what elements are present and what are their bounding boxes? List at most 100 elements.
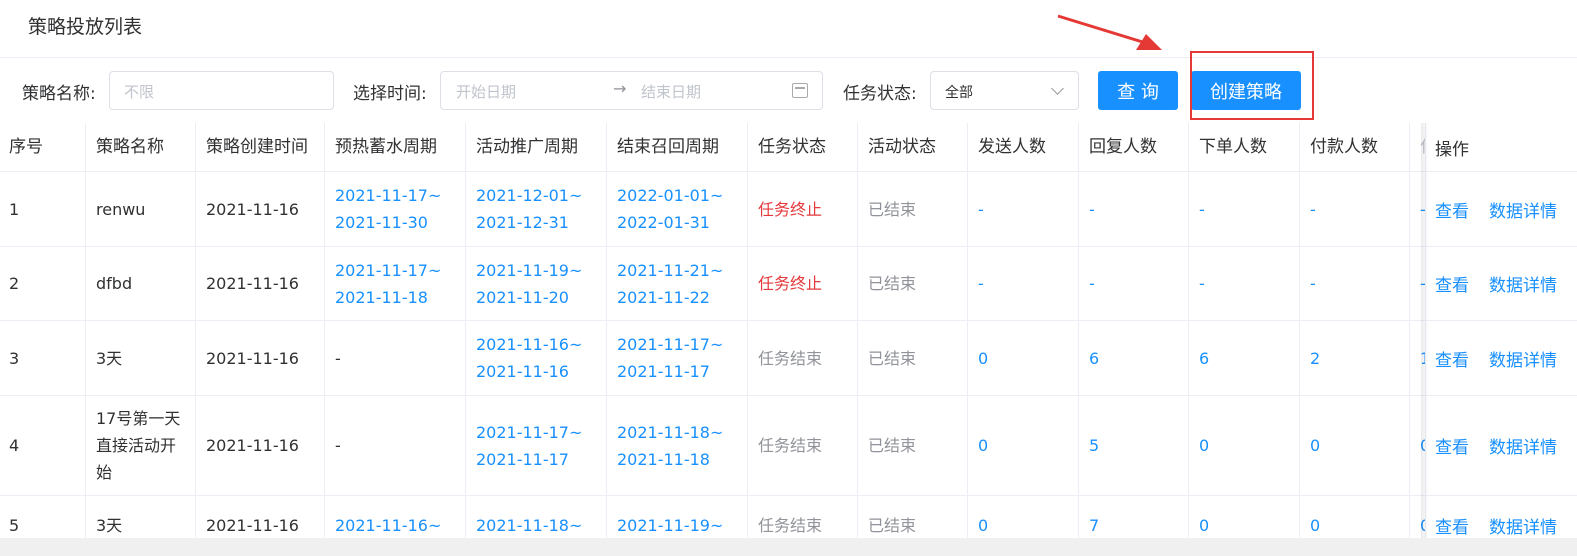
table-header: 序号 策略名称 策略创建时间 预热蓄水周期 活动推广周期 结束召回周期 任务状态 活动状态 发送… — [0, 123, 1577, 172]
promotion-period: 2021-11-16~ 2021-11-16 — [466, 321, 607, 395]
date-line: 2021-11-21~ — [617, 260, 724, 280]
chevron-down-icon — [1051, 82, 1064, 95]
column-header: 任务状态 — [748, 123, 858, 171]
column-header: 发送人数 — [968, 123, 1079, 171]
payment-count: - — [1300, 247, 1410, 320]
row-index: 1 — [0, 172, 86, 246]
table-row[interactable]: 4 17号第一天直接活动开始 2021-11-16-2021-11-17~ 2021-… — [0, 396, 1577, 496]
table-row[interactable]: 1 renwu 2021-11-16 2021-11-17~ 2021-11-30 202… — [0, 172, 1577, 247]
sent-count: - — [968, 172, 1079, 246]
annotation-arrow-icon — [1057, 14, 1162, 50]
date-range-picker[interactable]: 开始日期 → 结束日期 — [440, 71, 823, 110]
column-header: 活动推广周期 — [466, 123, 607, 171]
order-count: - — [1189, 247, 1300, 320]
recall-period: 2021-11-18~ 2021-11-18 — [607, 396, 748, 495]
date-line: 2022-01-31 — [617, 213, 710, 232]
task-status-value: 全部 — [945, 85, 973, 101]
date-line: 2021-11-19~ — [617, 516, 724, 535]
view-link[interactable]: 查看 — [1435, 271, 1469, 296]
created-date: 2021-11-16 — [196, 247, 325, 320]
fixed-column-shadow — [1421, 123, 1429, 543]
date-line: 2021-11-16 — [476, 362, 569, 381]
task-status: 任务结束 — [748, 396, 858, 495]
calendar-icon[interactable] — [792, 83, 808, 98]
row-actions: 查看 数据详情 — [1425, 396, 1567, 495]
date-line: 2021-11-17~ — [617, 335, 724, 354]
column-header: 下单人数 — [1189, 123, 1300, 171]
date-line: 2021-11-17~ — [335, 186, 442, 205]
reply-count: 6 — [1079, 321, 1189, 395]
recall-period: 2022-01-01~ 2022-01-31 — [607, 172, 748, 246]
date-line: 2021-11-17 — [476, 449, 569, 469]
date-line: 2021-11-18~ — [476, 516, 583, 535]
date-line: - — [335, 348, 341, 368]
end-date-input[interactable]: 结束日期 — [641, 81, 701, 102]
date-line: 2021-11-20 — [476, 287, 569, 307]
column-header: 活动状态 — [858, 123, 968, 171]
date-line: 2021-11-22 — [617, 287, 710, 307]
view-link[interactable]: 查看 — [1435, 433, 1469, 458]
view-link[interactable]: 查看 — [1435, 346, 1469, 371]
column-header: 回复人数 — [1079, 123, 1189, 171]
date-line: 2022-01-01~ — [617, 186, 724, 205]
start-date-input[interactable]: 开始日期 — [456, 81, 516, 102]
created-date: 2021-11-16 — [196, 396, 325, 495]
page-title: 策略投放列表 — [28, 16, 143, 38]
strategy-name: dfbd — [86, 247, 196, 320]
row-index: 3 — [0, 321, 86, 395]
table-row[interactable]: 3 3天 2021-11-16-2021-11-16~ 2021-11-16 2021-… — [0, 321, 1577, 396]
column-header: 序号 — [0, 123, 86, 171]
task-status-select[interactable]: 全部 — [930, 71, 1079, 110]
column-header: 策略创建时间 — [196, 123, 325, 171]
horizontal-scrollbar[interactable] — [0, 538, 1577, 556]
date-line: 2021-11-18 — [335, 287, 428, 307]
date-line: 2021-11-30 — [335, 213, 428, 232]
time-label: 选择时间: — [353, 84, 427, 104]
promotion-period: 2021-12-01~ 2021-12-31 — [466, 172, 607, 246]
date-line: 2021-11-17~ — [476, 422, 583, 442]
column-header-actions: 操作 — [1435, 139, 1469, 160]
data-detail-link[interactable]: 数据详情 — [1489, 197, 1557, 222]
created-date: 2021-11-16 — [196, 172, 325, 246]
date-line: 2021-12-31 — [476, 213, 569, 232]
row-index: 2 — [0, 247, 86, 320]
date-line: 2021-11-16~ — [476, 335, 583, 354]
range-separator: → — [613, 79, 627, 98]
warmup-period: 2021-11-17~ 2021-11-30 — [325, 172, 466, 246]
task-status: 任务终止 — [748, 172, 858, 246]
row-actions: 查看 数据详情 — [1425, 172, 1567, 246]
task-status: 任务结束 — [748, 321, 858, 395]
annotation-highlight-box — [1190, 51, 1314, 120]
row-actions: 查看 数据详情 — [1425, 247, 1567, 320]
reply-count: - — [1079, 172, 1189, 246]
sent-count: - — [968, 247, 1079, 320]
strategy-name: 3天 — [86, 321, 196, 395]
date-line: 2021-11-19~ — [476, 260, 583, 280]
date-line: 2021-11-18 — [617, 449, 710, 469]
data-detail-link[interactable]: 数据详情 — [1489, 271, 1557, 296]
data-detail-link[interactable]: 数据详情 — [1489, 433, 1557, 458]
strategy-name-label: 策略名称: — [22, 84, 96, 104]
data-detail-link[interactable]: 数据详情 — [1489, 513, 1557, 538]
recall-period: 2021-11-21~ 2021-11-22 — [607, 247, 748, 320]
table-row[interactable]: 2 dfbd 2021-11-16 2021-11-17~ 2021-11-18 2021… — [0, 247, 1577, 321]
recall-period: 2021-11-17~ 2021-11-17 — [607, 321, 748, 395]
payment-count: 0 — [1300, 396, 1410, 495]
column-header: 付款人数 — [1300, 123, 1410, 171]
strategy-name-placeholder: 不限 — [124, 83, 155, 101]
row-actions: 查看 数据详情 — [1425, 321, 1567, 395]
view-link[interactable]: 查看 — [1435, 513, 1469, 538]
sent-count: 0 — [968, 321, 1079, 395]
date-line: 2021-11-17~ — [335, 260, 442, 280]
warmup-period: - — [325, 321, 466, 395]
search-button[interactable]: 查 询 — [1098, 71, 1178, 110]
view-link[interactable]: 查看 — [1435, 197, 1469, 222]
data-detail-link[interactable]: 数据详情 — [1489, 346, 1557, 371]
date-line: 2021-11-18~ — [617, 422, 724, 442]
column-header: 预热蓄水周期 — [325, 123, 466, 171]
strategy-name-input[interactable]: 不限 — [109, 71, 334, 110]
date-line: - — [335, 436, 341, 455]
order-count: - — [1189, 172, 1300, 246]
warmup-period: 2021-11-17~ 2021-11-18 — [325, 247, 466, 320]
activity-status: 已结束 — [858, 247, 968, 320]
